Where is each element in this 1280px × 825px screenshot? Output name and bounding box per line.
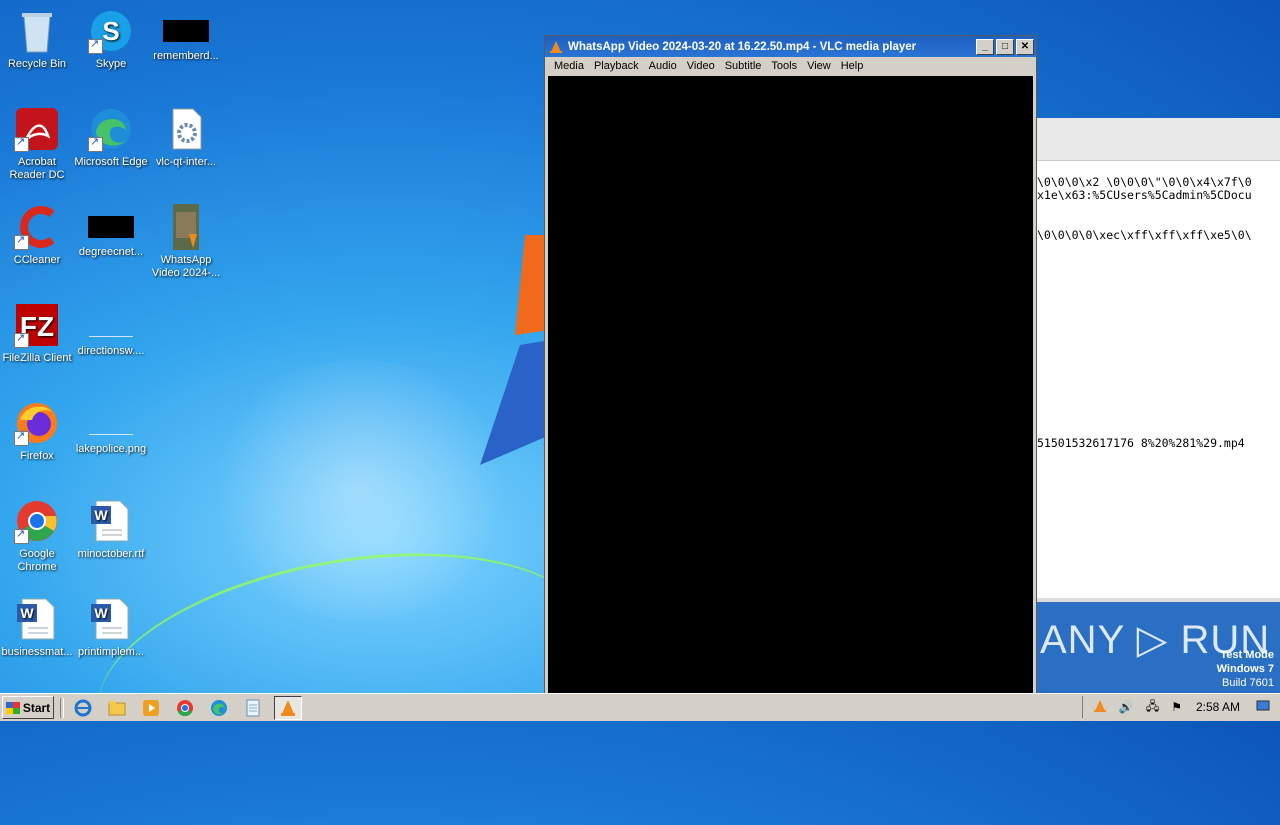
os-label: Windows 7 bbox=[1216, 663, 1274, 675]
vlc-title-bar[interactable]: WhatsApp Video 2024-03-20 at 16.22.50.mp… bbox=[545, 36, 1036, 57]
svg-text:W: W bbox=[94, 605, 108, 621]
volume-icon[interactable]: 🔊 bbox=[1119, 700, 1134, 714]
taskbar-vlc-icon[interactable] bbox=[274, 695, 302, 720]
png-file-icon bbox=[89, 314, 133, 337]
desktop-icon-label: Google Chrome bbox=[17, 548, 57, 573]
wallpaper-swirl bbox=[79, 518, 611, 825]
menu-video[interactable]: Video bbox=[682, 60, 720, 72]
desktop-icon-label: Skype bbox=[95, 58, 127, 70]
desktop-icon-businessmat[interactable]: W businessmat... bbox=[0, 596, 74, 659]
desktop-icon-label: WhatsApp Video 2024-... bbox=[151, 254, 221, 279]
vlc-cone-icon bbox=[550, 40, 562, 53]
desktop-icon-acrobat[interactable]: Acrobat Reader DC bbox=[0, 106, 74, 182]
menu-tools[interactable]: Tools bbox=[766, 60, 802, 72]
taskbar-chrome-icon[interactable] bbox=[172, 697, 198, 719]
vlc-window-title: WhatsApp Video 2024-03-20 at 16.22.50.mp… bbox=[568, 40, 917, 53]
vlc-window[interactable]: WhatsApp Video 2024-03-20 at 16.22.50.mp… bbox=[544, 35, 1037, 695]
word-doc-icon: W bbox=[91, 598, 129, 640]
taskbar: Start 🔊 🖧 ⚑ 2:58 AM bbox=[0, 693, 1280, 721]
desktop-icon-filezilla[interactable]: FZ FileZilla Client bbox=[0, 302, 74, 365]
start-button[interactable]: Start bbox=[2, 696, 54, 719]
network-icon[interactable]: 🖧 bbox=[1146, 697, 1159, 718]
svg-text:S: S bbox=[102, 16, 119, 46]
taskbar-ie-icon[interactable] bbox=[70, 697, 96, 719]
desktop-icon-firefox[interactable]: Firefox bbox=[0, 400, 74, 463]
desktop-icon-chrome[interactable]: Google Chrome bbox=[0, 498, 74, 574]
word-doc-icon: W bbox=[17, 598, 55, 640]
windows-logo-wallpaper bbox=[480, 235, 550, 465]
action-center-flag-icon[interactable]: ⚑ bbox=[1171, 700, 1182, 714]
document-toolbar bbox=[1037, 118, 1280, 161]
maximize-button[interactable]: □ bbox=[996, 38, 1014, 55]
start-label: Start bbox=[22, 700, 51, 715]
desktop-icon-minoctober[interactable]: W minoctober.rtf bbox=[74, 498, 148, 561]
desktop-icon-directionsw[interactable]: directionsw.... bbox=[74, 302, 148, 358]
desktop-icon-printimplem[interactable]: W printimplem... bbox=[74, 596, 148, 659]
desktop-icon-vlc-qt[interactable]: vlc-qt-inter... bbox=[149, 106, 223, 169]
menu-media[interactable]: Media bbox=[549, 60, 589, 72]
desktop-icon-label: printimplem... bbox=[77, 646, 145, 658]
desktop-icon-label: Acrobat Reader DC bbox=[9, 156, 65, 181]
close-button[interactable]: ✕ bbox=[1016, 38, 1034, 55]
test-mode-label: Test Mode bbox=[1220, 649, 1274, 661]
doc-line: \0\0\0\x2 \0\0\0\"\0\0\x4\x7f\0 bbox=[1037, 175, 1252, 189]
desktop-icon-label: FileZilla Client bbox=[2, 352, 72, 364]
desktop-icon-lakepolice[interactable]: lakepolice.png bbox=[74, 400, 148, 456]
desktop-icon-recycle-bin[interactable]: Recycle Bin bbox=[0, 8, 74, 71]
desktop-icon-label: rememberd... bbox=[153, 50, 219, 62]
desktop-icon-label: lakepolice.png bbox=[75, 443, 147, 455]
desktop-icon-label: degreecnet... bbox=[78, 246, 144, 258]
doc-line: \0\0\0\0\xec\xff\xff\xff\xe5\0\ bbox=[1037, 228, 1252, 242]
menu-view[interactable]: View bbox=[802, 60, 836, 72]
minimize-button[interactable]: _ bbox=[976, 38, 994, 55]
desktop-icon-label: directionsw.... bbox=[77, 345, 145, 357]
svg-text:W: W bbox=[20, 605, 34, 621]
desktop-icon-edge[interactable]: Microsoft Edge bbox=[74, 106, 148, 169]
doc-line: 51501532617176 8%20%281%29.mp4 bbox=[1037, 436, 1245, 450]
desktop-icon-label: minoctober.rtf bbox=[77, 548, 145, 560]
config-file-icon bbox=[172, 108, 202, 150]
taskbar-explorer-icon[interactable] bbox=[104, 697, 130, 719]
recycle-bin-icon bbox=[22, 13, 52, 53]
taskbar-notepad-icon[interactable] bbox=[240, 697, 266, 719]
taskbar-separator bbox=[60, 697, 64, 718]
menu-help[interactable]: Help bbox=[836, 60, 869, 72]
menu-audio[interactable]: Audio bbox=[644, 60, 682, 72]
svg-text:W: W bbox=[94, 507, 108, 523]
desktop-icon-label: vlc-qt-inter... bbox=[156, 156, 216, 168]
tray-vlc-icon[interactable] bbox=[1093, 699, 1107, 716]
build-label: Build 7601 bbox=[1222, 677, 1274, 689]
taskbar-edge-icon[interactable] bbox=[206, 697, 232, 719]
desktop-icon-label: Recycle Bin bbox=[7, 58, 67, 70]
desktop-icon-label: businessmat... bbox=[1, 646, 73, 658]
desktop-icon-label: Firefox bbox=[20, 450, 54, 462]
desktop-icon-label: Microsoft Edge bbox=[74, 156, 148, 168]
word-doc-icon: W bbox=[91, 500, 129, 542]
desktop-icon-whatsapp-video[interactable]: WhatsApp Video 2024-... bbox=[149, 204, 223, 280]
desktop-icon-ccleaner[interactable]: CCleaner bbox=[0, 204, 74, 267]
desktop-icon-label: CCleaner bbox=[13, 254, 61, 266]
windows-flag-icon bbox=[5, 701, 20, 714]
background-document-window[interactable]: \0\0\0\x2 \0\0\0\"\0\0\x4\x7f\0 x1e\x63:… bbox=[1036, 118, 1280, 697]
png-file-icon bbox=[89, 412, 133, 435]
taskbar-media-player-icon[interactable] bbox=[138, 697, 164, 719]
show-desktop-icon[interactable] bbox=[1256, 700, 1270, 715]
system-tray: 🔊 🖧 ⚑ 2:58 AM bbox=[1081, 696, 1280, 718]
vlc-menu-bar: Media Playback Audio Video Subtitle Tool… bbox=[545, 57, 1036, 75]
desktop-icon-skype[interactable]: S Skype bbox=[74, 8, 148, 71]
menu-playback[interactable]: Playback bbox=[589, 60, 644, 72]
redacted-file-icon bbox=[88, 216, 134, 238]
redacted-file-icon bbox=[163, 20, 209, 42]
test-mode-watermark: Test Mode Windows 7 Build 7601 bbox=[1217, 648, 1274, 690]
video-file-icon bbox=[173, 204, 199, 250]
clock[interactable]: 2:58 AM bbox=[1196, 700, 1240, 714]
doc-line: x1e\x63:%5CUsers%5Cadmin%5CDocu bbox=[1037, 188, 1252, 202]
desktop-icon-rememberd[interactable]: rememberd... bbox=[149, 8, 223, 63]
desktop-icon-degreecnet[interactable]: degreecnet... bbox=[74, 204, 148, 259]
vlc-video-area[interactable] bbox=[548, 76, 1033, 694]
menu-subtitle[interactable]: Subtitle bbox=[720, 60, 767, 72]
